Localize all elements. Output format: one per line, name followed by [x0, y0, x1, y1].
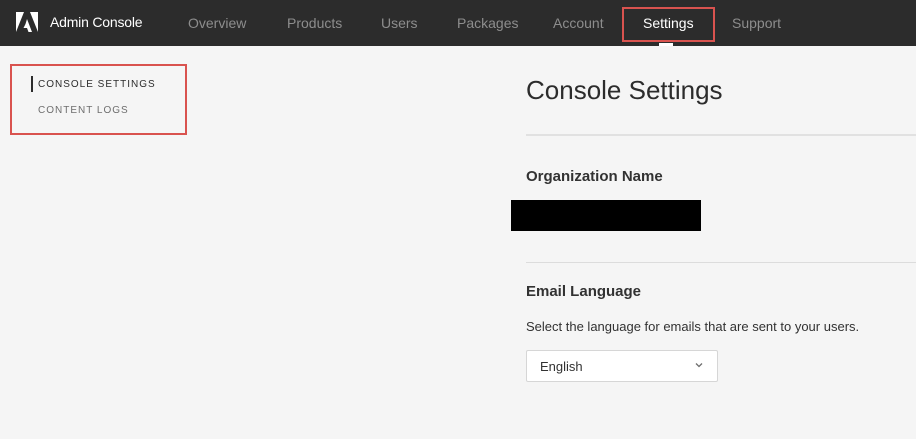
nav-support[interactable]: Support [732, 15, 781, 31]
redacted-organization-name [511, 200, 701, 231]
section-divider [526, 134, 916, 136]
email-language-description: Select the language for emails that are … [526, 319, 860, 334]
adobe-logo-icon[interactable] [16, 12, 38, 32]
sidebar-highlight-box [10, 64, 187, 135]
email-language-select[interactable]: English [526, 350, 718, 382]
nav-products[interactable]: Products [287, 15, 342, 31]
section-divider [526, 262, 916, 263]
settings-highlight-box [622, 7, 715, 42]
nav-overview[interactable]: Overview [188, 15, 246, 31]
page-title: Console Settings [526, 75, 723, 105]
chevron-down-icon [695, 363, 703, 368]
top-navigation-bar: Admin Console Overview Products Users Pa… [0, 0, 916, 46]
sidebar-active-indicator [31, 76, 33, 92]
nav-users[interactable]: Users [381, 15, 418, 31]
organization-name-heading: Organization Name [526, 168, 663, 185]
active-tab-indicator [659, 43, 673, 46]
nav-account[interactable]: Account [553, 15, 604, 31]
email-language-heading: Email Language [526, 283, 642, 300]
nav-packages[interactable]: Packages [457, 15, 518, 31]
sidebar-item-content-logs[interactable]: CONTENT LOGS [38, 105, 129, 116]
email-language-value: English [540, 359, 583, 374]
sidebar-item-console-settings[interactable]: CONSOLE SETTINGS [38, 79, 156, 90]
app-title[interactable]: Admin Console [50, 14, 143, 30]
